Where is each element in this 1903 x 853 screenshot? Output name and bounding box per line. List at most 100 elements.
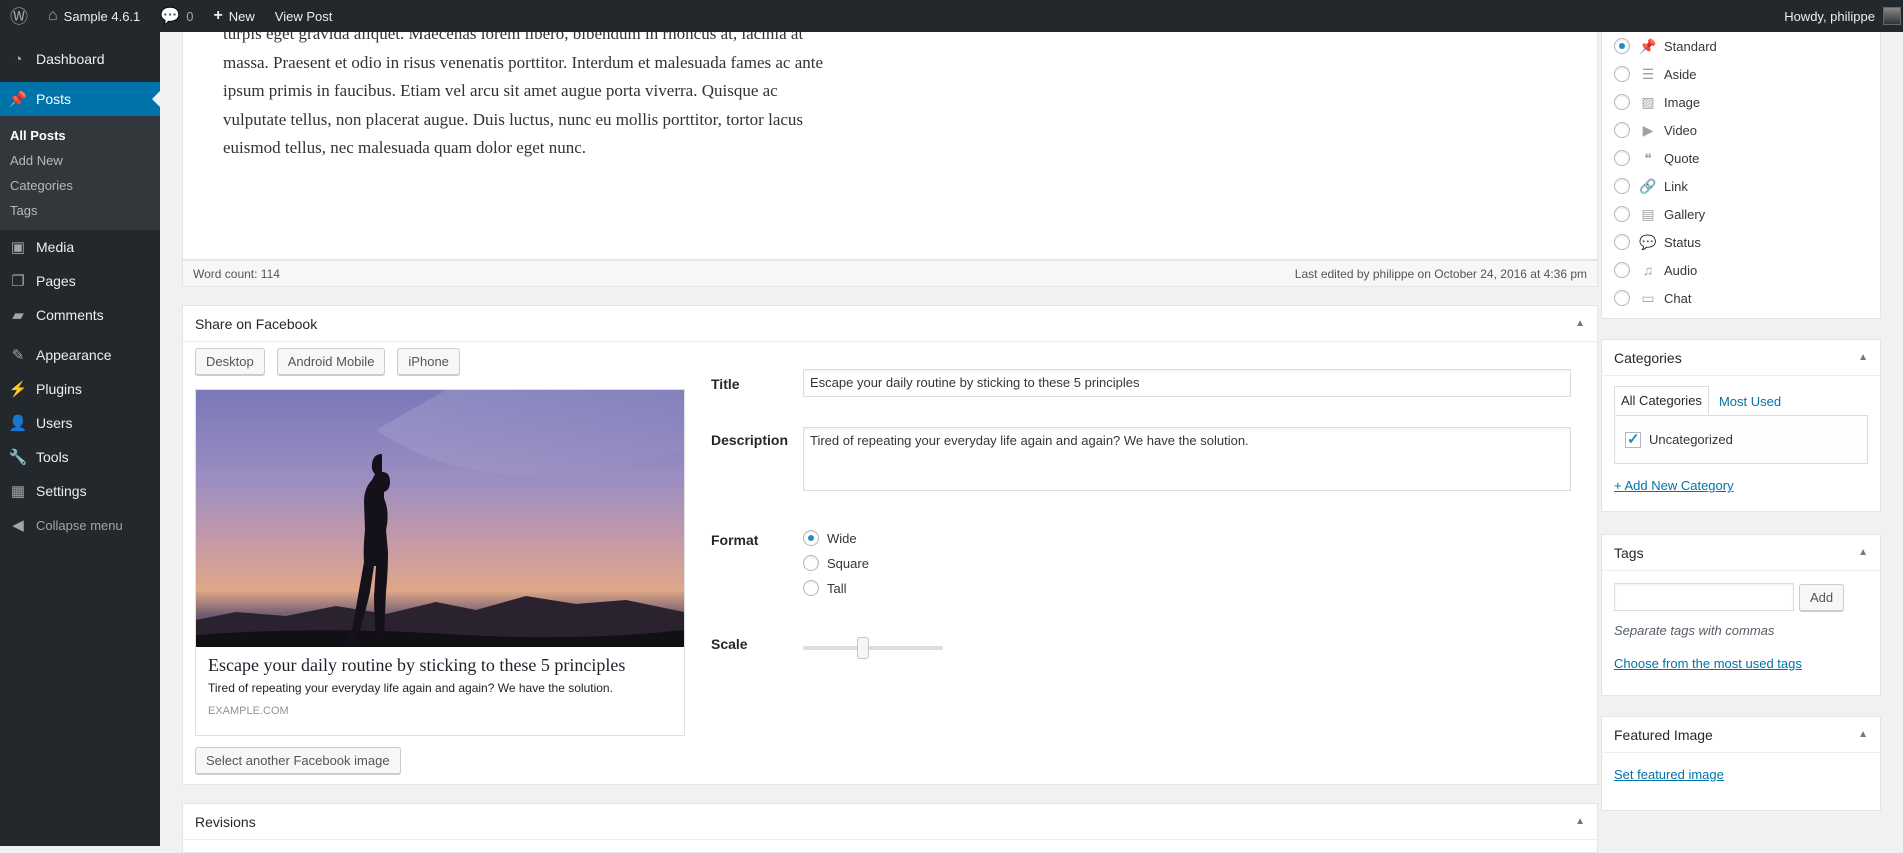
- submenu-all-posts[interactable]: All Posts: [0, 123, 160, 148]
- radio-video[interactable]: [1614, 122, 1630, 138]
- radio-audio[interactable]: [1614, 262, 1630, 278]
- scale-slider-handle[interactable]: [857, 637, 869, 659]
- add-new-category-link[interactable]: + Add New Category: [1614, 478, 1734, 493]
- title-label: Title: [711, 376, 740, 392]
- postbox-header[interactable]: Categories ▲: [1602, 340, 1880, 376]
- view-post-link[interactable]: View Post: [265, 0, 343, 32]
- add-tag-button[interactable]: Add: [1799, 583, 1845, 611]
- postbox-title: Share on Facebook: [195, 315, 318, 332]
- format-square-option[interactable]: Square: [803, 555, 869, 571]
- device-switcher: Desktop Android Mobile iPhone: [195, 348, 460, 375]
- post-format-status[interactable]: 💬 Status: [1602, 228, 1880, 256]
- gallery-icon: ▤: [1641, 205, 1655, 222]
- radio-image[interactable]: [1614, 94, 1630, 110]
- status-icon: 💬: [1639, 233, 1657, 250]
- scale-slider[interactable]: [803, 637, 943, 659]
- media-icon: ▣: [10, 239, 26, 256]
- admin-sidebar: ◔ Dashboard 📌 Posts All Posts Add New Cate…: [0, 32, 160, 846]
- comments-link[interactable]: 💬 0: [150, 0, 203, 32]
- post-format-chat[interactable]: ▭ Chat: [1602, 284, 1880, 312]
- tab-all-categories[interactable]: All Categories: [1614, 386, 1709, 415]
- iphone-button[interactable]: iPhone: [397, 348, 460, 375]
- submenu-add-new[interactable]: Add New: [0, 148, 160, 173]
- postbox-title: Categories: [1614, 349, 1682, 366]
- home-icon: ⌂: [48, 7, 58, 24]
- radio-quote[interactable]: [1614, 150, 1630, 166]
- wordpress-logo-icon[interactable]: Ⓦ: [0, 0, 38, 32]
- avatar: [1883, 7, 1901, 25]
- post-format-quote[interactable]: ❝ Quote: [1602, 144, 1880, 172]
- format-tall-option[interactable]: Tall: [803, 580, 847, 596]
- collapse-toggle-icon[interactable]: ▲: [1575, 816, 1585, 827]
- sidebar-item-comments[interactable]: ▰ Comments: [0, 298, 160, 332]
- post-format-link[interactable]: 🔗 Link: [1602, 172, 1880, 200]
- post-format-image[interactable]: ▨ Image: [1602, 88, 1880, 116]
- word-count: Word count: 114: [193, 266, 280, 281]
- radio-square[interactable]: [803, 555, 819, 571]
- submenu-tags[interactable]: Tags: [0, 198, 160, 223]
- sidebar-item-pages[interactable]: ❐ Pages: [0, 264, 160, 298]
- collapse-menu-button[interactable]: ◀ Collapse menu: [0, 508, 160, 542]
- radio-wide[interactable]: [803, 530, 819, 546]
- new-content-link[interactable]: + New: [203, 0, 264, 32]
- post-format-label: Aside: [1664, 66, 1697, 82]
- tab-most-used[interactable]: Most Used: [1709, 388, 1787, 415]
- set-featured-image-link[interactable]: Set featured image: [1614, 767, 1724, 782]
- site-name-link[interactable]: ⌂ Sample 4.6.1: [38, 0, 150, 32]
- postbox-header[interactable]: Tags ▲: [1602, 535, 1880, 571]
- sidebar-item-users[interactable]: 👤 Users: [0, 406, 160, 440]
- radio-tall[interactable]: [803, 580, 819, 596]
- android-mobile-button[interactable]: Android Mobile: [276, 348, 386, 375]
- submenu-categories[interactable]: Categories: [0, 173, 160, 198]
- collapse-toggle-icon[interactable]: ▲: [1858, 547, 1868, 558]
- collapse-toggle-icon[interactable]: ▲: [1575, 318, 1585, 329]
- new-tag-input[interactable]: [1614, 583, 1794, 611]
- post-format-video[interactable]: ▶ Video: [1602, 116, 1880, 144]
- format-wide-option[interactable]: Wide: [803, 530, 857, 546]
- collapse-toggle-icon[interactable]: ▲: [1858, 729, 1868, 740]
- desktop-button[interactable]: Desktop: [195, 348, 265, 375]
- preview-headline: Escape your daily routine by sticking to…: [208, 655, 626, 675]
- tags-box: Tags ▲ Add Separate tags with commas Cho…: [1601, 534, 1881, 696]
- sidebar-item-appearance[interactable]: ✎ Appearance: [0, 338, 160, 372]
- category-list: Uncategorized: [1614, 415, 1868, 464]
- sidebar-item-dashboard[interactable]: ◔ Dashboard: [0, 42, 160, 76]
- admin-bar: Ⓦ ⌂ Sample 4.6.1 💬 0 + New View Post Howdy,…: [0, 0, 1903, 32]
- facebook-title-input[interactable]: Escape your daily routine by sticking to…: [803, 369, 1571, 397]
- post-format-label: Audio: [1664, 262, 1698, 278]
- radio-status[interactable]: [1614, 234, 1630, 250]
- my-account-link[interactable]: Howdy, philippe: [1774, 0, 1903, 32]
- tags-hint: Separate tags with commas: [1614, 623, 1775, 638]
- radio-chat[interactable]: [1614, 290, 1630, 306]
- uncategorized-checkbox[interactable]: [1625, 430, 1641, 448]
- facebook-description-textarea[interactable]: Tired of repeating your everyday life ag…: [803, 427, 1571, 491]
- radio-aside[interactable]: [1614, 66, 1630, 82]
- post-format-standard[interactable]: 📌 Standard: [1602, 32, 1880, 60]
- post-format-label: Status: [1664, 234, 1701, 250]
- postbox-title: Tags: [1614, 544, 1644, 561]
- postbox-header[interactable]: Revisions ▲: [183, 804, 1597, 840]
- post-format-gallery[interactable]: ▤ Gallery: [1602, 200, 1880, 228]
- radio-link[interactable]: [1614, 178, 1630, 194]
- post-editor[interactable]: turpis eget gravida aliquet. Maecenas lo…: [182, 32, 1598, 260]
- radio-gallery[interactable]: [1614, 206, 1630, 222]
- postbox-header[interactable]: Share on Facebook ▲: [183, 306, 1597, 342]
- post-body-text[interactable]: turpis eget gravida aliquet. Maecenas lo…: [223, 32, 843, 163]
- post-format-audio[interactable]: ♫ Audio: [1602, 256, 1880, 284]
- settings-icon: ▦: [10, 483, 26, 500]
- collapse-toggle-icon[interactable]: ▲: [1858, 352, 1868, 363]
- sidebar-item-posts[interactable]: 📌 Posts: [0, 82, 160, 116]
- sidebar-item-settings[interactable]: ▦ Settings: [0, 474, 160, 508]
- radio-standard[interactable]: [1614, 38, 1630, 54]
- sidebar-item-tools[interactable]: 🔧 Tools: [0, 440, 160, 474]
- postbox-header[interactable]: Featured Image ▲: [1602, 717, 1880, 753]
- paintbrush-icon: ✎: [11, 347, 25, 364]
- post-format-aside[interactable]: ☰ Aside: [1602, 60, 1880, 88]
- select-facebook-image-button[interactable]: Select another Facebook image: [195, 747, 401, 774]
- users-icon: 👤: [8, 415, 28, 432]
- share-on-facebook-box: Share on Facebook ▲ Desktop Android Mobi…: [182, 305, 1598, 785]
- post-format-label: Image: [1664, 94, 1701, 110]
- choose-most-used-tags-link[interactable]: Choose from the most used tags: [1614, 656, 1802, 671]
- sidebar-item-plugins[interactable]: ⚡ Plugins: [0, 372, 160, 406]
- sidebar-item-media[interactable]: ▣ Media: [0, 230, 160, 264]
